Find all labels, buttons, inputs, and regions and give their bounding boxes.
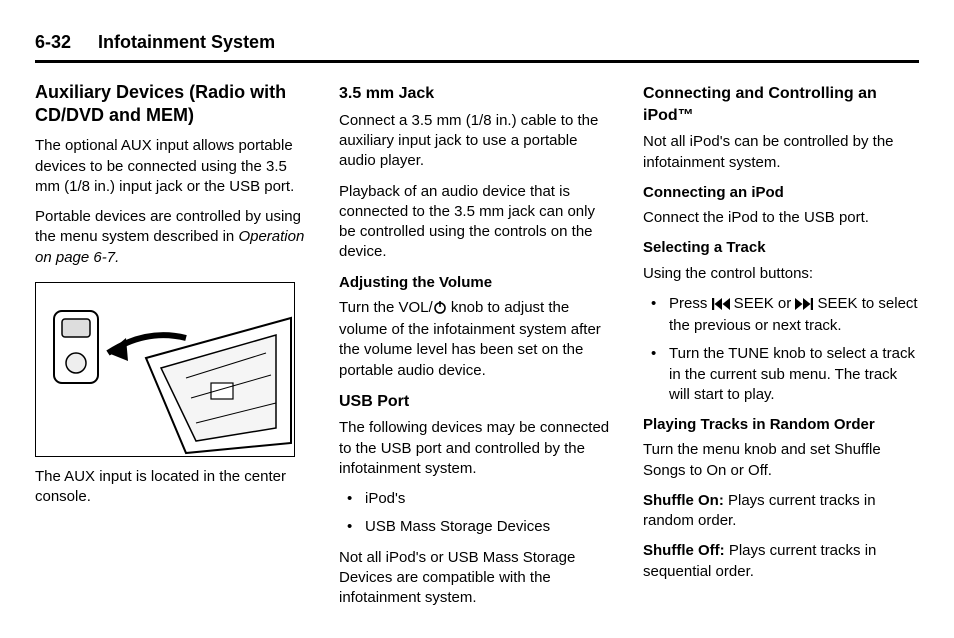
- seek-forward-icon: [795, 296, 813, 316]
- paragraph-shuffle-on: Shuffle On: Plays current tracks in rand…: [643, 491, 919, 532]
- heading-random-order: Playing Tracks in Random Order: [643, 415, 919, 435]
- page-header: 6-32 Infotainment System: [35, 30, 919, 63]
- heading-adjusting-volume: Adjusting the Volume: [339, 273, 615, 293]
- heading-35mm-jack: 3.5 mm Jack: [339, 83, 615, 105]
- list-item: USB Mass Storage Devices: [339, 517, 615, 537]
- column-2: 3.5 mm Jack Connect a 3.5 mm (1/8 in.) c…: [339, 81, 615, 618]
- page-number: 6-32: [35, 30, 71, 54]
- heading-connecting-an-ipod: Connecting an iPod: [643, 183, 919, 203]
- section-title: Infotainment System: [98, 32, 275, 52]
- paragraph: The following devices may be connected t…: [339, 418, 615, 479]
- heading-connecting-ipod: Connecting and Controlling an iPod™: [643, 83, 919, 126]
- usb-device-list: iPod's USB Mass Storage Devices: [339, 489, 615, 538]
- paragraph: Connect a 3.5 mm (1/8 in.) cable to the …: [339, 111, 615, 172]
- paragraph: Playback of an audio device that is conn…: [339, 182, 615, 263]
- content-columns: Auxiliary Devices (Radio with CD/DVD and…: [35, 81, 919, 618]
- paragraph: Turn the VOL/ knob to adjust the volume …: [339, 298, 615, 381]
- paragraph: Not all iPod's or USB Mass Storage Devic…: [339, 548, 615, 609]
- paragraph: Not all iPod's can be controlled by the …: [643, 132, 919, 173]
- heading-auxiliary-devices: Auxiliary Devices (Radio with CD/DVD and…: [35, 81, 311, 126]
- paragraph: Using the control buttons:: [643, 264, 919, 284]
- shuffle-on-label: Shuffle On:: [643, 492, 724, 509]
- seek-back-icon: [712, 296, 730, 316]
- column-3: Connecting and Controlling an iPod™ Not …: [643, 81, 919, 618]
- paragraph: The optional AUX input allows portable d…: [35, 136, 311, 197]
- list-item: Turn the TUNE knob to select a track in …: [643, 344, 919, 405]
- power-icon: [433, 300, 447, 320]
- paragraph-shuffle-off: Shuffle Off: Plays current tracks in seq…: [643, 541, 919, 582]
- paragraph: Connect the iPod to the USB port.: [643, 208, 919, 228]
- figure-aux-input: [35, 282, 295, 457]
- track-controls-list: Press SEEK or SEEK to select the previou…: [643, 294, 919, 405]
- list-item: Press SEEK or SEEK to select the previou…: [643, 294, 919, 337]
- heading-usb-port: USB Port: [339, 391, 615, 413]
- list-item: iPod's: [339, 489, 615, 509]
- paragraph: Turn the menu knob and set Shuffle Songs…: [643, 440, 919, 481]
- figure-caption: The AUX input is located in the center c…: [35, 467, 311, 508]
- column-1: Auxiliary Devices (Radio with CD/DVD and…: [35, 81, 311, 618]
- shuffle-off-label: Shuffle Off:: [643, 542, 725, 559]
- heading-selecting-track: Selecting a Track: [643, 238, 919, 258]
- paragraph: Portable devices are controlled by using…: [35, 207, 311, 268]
